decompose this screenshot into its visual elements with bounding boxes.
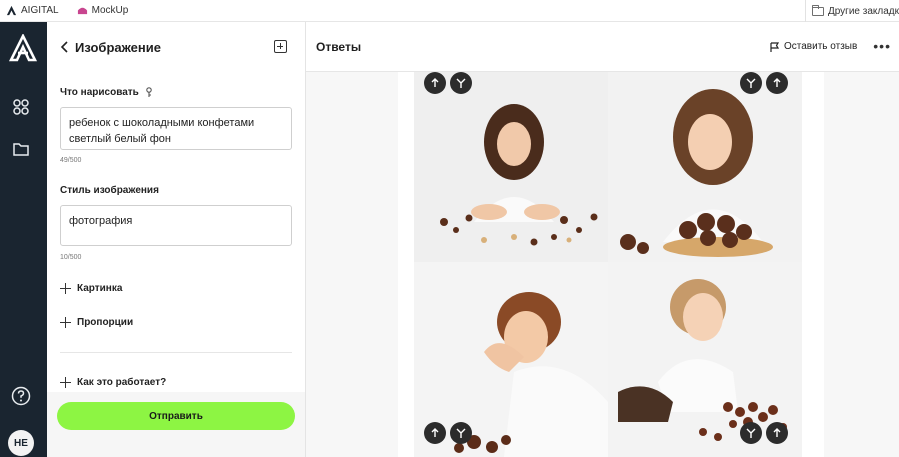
style-label: Стиль изображения <box>60 185 159 196</box>
prompt-label: Что нарисовать <box>60 87 139 98</box>
expander-proportions[interactable]: Пропорции <box>60 317 133 328</box>
folder-icon <box>811 4 824 16</box>
upscale-button[interactable] <box>766 72 788 94</box>
other-bookmarks[interactable]: Другие закладк <box>804 0 899 22</box>
variation-button[interactable] <box>740 422 762 444</box>
split-arrow-icon <box>746 428 756 438</box>
upscale-button[interactable] <box>424 72 446 94</box>
split-arrow-icon <box>456 78 466 88</box>
upscale-button[interactable] <box>766 422 788 444</box>
app-logo-icon[interactable] <box>9 34 37 62</box>
style-counter: 10/500 <box>60 254 82 261</box>
flag-icon <box>770 41 779 52</box>
aigital-logo-icon <box>6 5 17 16</box>
chevron-left-icon[interactable] <box>59 40 71 54</box>
settings-panel: Изображение Что нарисовать ребенок с шок… <box>47 22 306 457</box>
result-image-1[interactable] <box>414 72 608 262</box>
prompt-textarea[interactable]: ребенок с шоколадными конфетами светлый … <box>60 107 292 150</box>
more-options-icon[interactable]: ••• <box>873 39 891 53</box>
arrow-up-icon <box>773 78 781 87</box>
expander-picture[interactable]: Картинка <box>60 283 122 294</box>
grid-icon[interactable] <box>12 98 30 116</box>
girl-with-chocolates-image <box>414 72 608 262</box>
bookmark-aigital[interactable]: AIGITAL <box>6 5 59 16</box>
other-bookmarks-label: Другие закладк <box>827 5 899 17</box>
prompt-counter: 49/500 <box>60 157 82 164</box>
prompt-label-row: Что нарисовать <box>60 87 153 98</box>
arrow-up-icon <box>773 428 781 437</box>
arrow-up-icon <box>431 428 439 437</box>
bookmark-label: MockUp <box>91 5 129 16</box>
panel-header: Изображение <box>47 22 305 72</box>
style-textarea[interactable]: фотография <box>60 205 292 246</box>
arrow-up-icon <box>431 78 439 87</box>
bookmark-label: AIGITAL <box>21 5 59 16</box>
expander-label: Картинка <box>77 283 123 294</box>
result-image-2[interactable] <box>608 72 802 262</box>
variation-button[interactable] <box>740 72 762 94</box>
variation-button[interactable] <box>450 72 472 94</box>
folder-icon[interactable] <box>12 140 30 158</box>
panel-title: Изображение <box>75 39 161 55</box>
plus-icon <box>60 317 71 328</box>
expander-label: Пропорции <box>77 317 134 328</box>
bookmarks-bar: AIGITAL MockUp Другие закладк <box>0 0 899 22</box>
expander-label: Как это работает? <box>77 377 167 388</box>
submit-button[interactable]: Отправить <box>57 402 295 430</box>
main-header: Ответы Оставить отзыв ••• <box>306 22 899 72</box>
avatar[interactable]: НЕ <box>8 430 34 456</box>
split-arrow-icon <box>746 78 756 88</box>
mockup-icon <box>77 7 87 15</box>
help-icon[interactable] <box>11 386 31 406</box>
add-icon[interactable] <box>274 40 287 53</box>
main-title: Ответы <box>316 40 362 54</box>
bookmark-mockup[interactable]: MockUp <box>77 5 129 16</box>
plus-icon <box>60 377 71 388</box>
split-arrow-icon <box>456 428 466 438</box>
expander-how-it-works[interactable]: Как это работает? <box>60 377 166 388</box>
feedback-label: Оставить отзыв <box>784 41 858 52</box>
upscale-button[interactable] <box>424 422 446 444</box>
divider <box>60 352 292 353</box>
main-area: Ответы Оставить отзыв ••• <box>306 22 899 457</box>
girl-with-chocolate-plate-image <box>608 72 802 262</box>
variation-button[interactable] <box>450 422 472 444</box>
plus-icon <box>60 283 71 294</box>
result-grid <box>414 72 802 457</box>
feedback-button[interactable]: Оставить отзыв <box>770 41 857 52</box>
left-rail: НЕ <box>0 22 47 457</box>
key-icon[interactable] <box>145 87 153 98</box>
